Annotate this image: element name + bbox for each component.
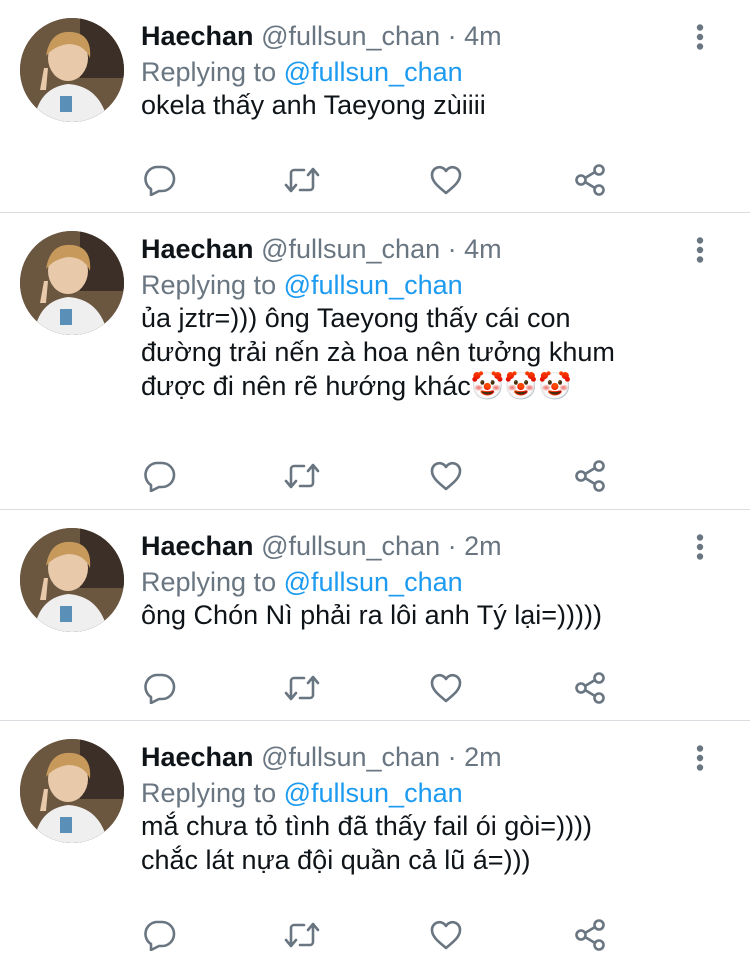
tweet[interactable]: Haechan @fullsun_chan · 2m Replying to @…	[0, 721, 750, 968]
timestamp[interactable]: 2m	[464, 742, 502, 772]
separator-dot: ·	[447, 531, 457, 561]
share-button[interactable]	[572, 670, 608, 706]
tweet-actions	[141, 162, 621, 198]
like-button[interactable]	[428, 670, 464, 706]
reply-button[interactable]	[141, 670, 177, 706]
heart-icon	[430, 673, 462, 703]
avatar[interactable]	[20, 18, 124, 122]
user-handle[interactable]: @fullsun_chan	[261, 21, 440, 51]
tweet-text: ông Chón Nì phải ra lôi anh Tý lại=)))))	[141, 600, 602, 630]
retweet-button[interactable]	[284, 917, 320, 953]
reply-button[interactable]	[141, 458, 177, 494]
replying-to-label: Replying to	[141, 567, 284, 597]
share-button[interactable]	[572, 458, 608, 494]
tweet[interactable]: Haechan @fullsun_chan · 2m Replying to @…	[0, 510, 750, 721]
separator-dot: ·	[447, 234, 457, 264]
reply-button[interactable]	[141, 162, 177, 198]
user-handle[interactable]: @fullsun_chan	[261, 742, 440, 772]
separator-dot: ·	[447, 21, 457, 51]
replying-to: Replying to @fullsun_chan	[141, 268, 463, 302]
share-icon	[575, 919, 605, 951]
retweet-icon	[284, 167, 320, 193]
avatar[interactable]	[20, 739, 124, 843]
share-button[interactable]	[572, 162, 608, 198]
share-button[interactable]	[572, 917, 608, 953]
replying-to: Replying to @fullsun_chan	[141, 776, 463, 810]
more-vertical-icon[interactable]	[696, 24, 704, 50]
reply-button[interactable]	[141, 917, 177, 953]
retweet-icon	[284, 922, 320, 948]
timestamp[interactable]: 2m	[464, 531, 502, 561]
tweet-actions	[141, 458, 621, 494]
avatar[interactable]	[20, 231, 124, 335]
retweet-icon	[284, 463, 320, 489]
share-icon	[575, 164, 605, 196]
tweet-actions	[141, 917, 621, 953]
replying-to-label: Replying to	[141, 778, 284, 808]
reply-icon	[144, 461, 176, 492]
display-name[interactable]: Haechan	[141, 234, 254, 264]
heart-icon	[430, 920, 462, 950]
retweet-button[interactable]	[284, 162, 320, 198]
like-button[interactable]	[428, 162, 464, 198]
avatar-photo	[20, 18, 124, 122]
like-button[interactable]	[428, 458, 464, 494]
like-button[interactable]	[428, 917, 464, 953]
reply-icon	[144, 165, 176, 196]
replying-to-label: Replying to	[141, 270, 284, 300]
display-name[interactable]: Haechan	[141, 21, 254, 51]
more-vertical-icon[interactable]	[696, 237, 704, 263]
more-vertical-icon[interactable]	[696, 534, 704, 560]
more-vertical-icon[interactable]	[696, 745, 704, 771]
avatar[interactable]	[20, 528, 124, 632]
tweet-text: ủa jztr=))) ông Taeyong thấy cái con đườ…	[141, 303, 615, 401]
tweet-text: okela thấy anh Taeyong zùiiii	[141, 90, 486, 120]
user-handle[interactable]: @fullsun_chan	[261, 234, 440, 264]
tweet-header: Haechan @fullsun_chan · 4m	[141, 232, 502, 266]
reply-icon	[144, 920, 176, 951]
replying-to: Replying to @fullsun_chan	[141, 565, 463, 599]
display-name[interactable]: Haechan	[141, 742, 254, 772]
reply-mention-link[interactable]: @fullsun_chan	[284, 778, 463, 808]
avatar-photo	[20, 739, 124, 843]
reply-icon	[144, 673, 176, 704]
tweet[interactable]: Haechan @fullsun_chan · 4m Replying to @…	[0, 0, 750, 213]
retweet-button[interactable]	[284, 458, 320, 494]
user-handle[interactable]: @fullsun_chan	[261, 531, 440, 561]
retweet-icon	[284, 675, 320, 701]
reply-mention-link[interactable]: @fullsun_chan	[284, 57, 463, 87]
timestamp[interactable]: 4m	[464, 21, 502, 51]
tweet-feed: Haechan @fullsun_chan · 4m Replying to @…	[0, 0, 750, 968]
reply-mention-link[interactable]: @fullsun_chan	[284, 270, 463, 300]
tweet-header: Haechan @fullsun_chan · 2m	[141, 529, 502, 563]
tweet-header: Haechan @fullsun_chan · 4m	[141, 19, 502, 53]
retweet-button[interactable]	[284, 670, 320, 706]
tweet-header: Haechan @fullsun_chan · 2m	[141, 740, 502, 774]
tweet[interactable]: Haechan @fullsun_chan · 4m Replying to @…	[0, 213, 750, 510]
reply-mention-link[interactable]: @fullsun_chan	[284, 567, 463, 597]
tweet-actions	[141, 670, 621, 706]
replying-to-label: Replying to	[141, 57, 284, 87]
timestamp[interactable]: 4m	[464, 234, 502, 264]
heart-icon	[430, 165, 462, 195]
heart-icon	[430, 461, 462, 491]
separator-dot: ·	[447, 742, 457, 772]
avatar-photo	[20, 528, 124, 632]
tweet-text: mắ chưa tỏ tình đã thấy fail ói gòi=))))…	[141, 811, 593, 875]
display-name[interactable]: Haechan	[141, 531, 254, 561]
avatar-photo	[20, 231, 124, 335]
replying-to: Replying to @fullsun_chan	[141, 55, 463, 89]
share-icon	[575, 672, 605, 704]
share-icon	[575, 460, 605, 492]
